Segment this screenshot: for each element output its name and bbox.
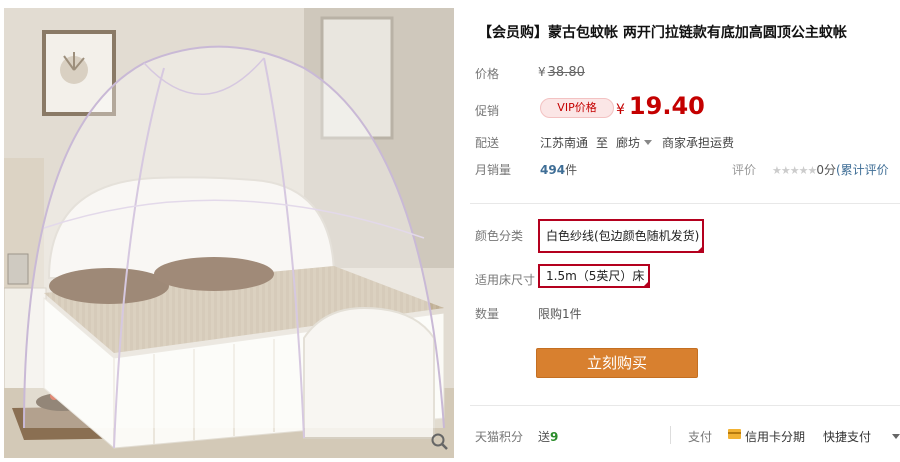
bed-size-option-selected[interactable]: 1.5m（5英尺）床 bbox=[538, 264, 650, 288]
mosquito-net-bed-illustration bbox=[4, 8, 454, 458]
original-price-value: 38.80 bbox=[547, 65, 585, 80]
points-label: 天猫积分 bbox=[475, 430, 524, 444]
purchase-limit: 限购1件 bbox=[538, 307, 582, 321]
chevron-down-icon[interactable] bbox=[644, 140, 653, 145]
vip-price-badge: VIP价格 bbox=[540, 98, 614, 118]
divider bbox=[470, 203, 900, 204]
points-value: 送9 bbox=[538, 428, 558, 445]
quick-pay-link[interactable]: 快捷支付 bbox=[823, 428, 871, 445]
credit-card-installment-link[interactable]: 信用卡分期 bbox=[745, 428, 805, 445]
chevron-down-icon[interactable] bbox=[892, 434, 900, 439]
product-image[interactable] bbox=[4, 8, 454, 458]
divider bbox=[470, 405, 900, 406]
cumulative-reviews-link[interactable]: (累计评价 bbox=[836, 163, 889, 177]
promo-currency-symbol: ¥ bbox=[616, 102, 625, 118]
product-title: 【会员购】蒙古包蚊帐 两开门拉链款有底加高圆顶公主蚊帐 bbox=[478, 25, 847, 41]
sales-count: 494 bbox=[540, 163, 566, 177]
currency-symbol: ¥ bbox=[538, 65, 546, 79]
quantity-label: 数量 bbox=[475, 307, 500, 321]
monthly-sales-label: 月销量 bbox=[475, 163, 512, 177]
points-prefix: 送 bbox=[538, 430, 551, 444]
ship-to-word: 至 bbox=[596, 136, 609, 150]
ship-to-selector[interactable]: 廊坊 bbox=[616, 136, 640, 150]
shipping-label: 配送 bbox=[475, 136, 500, 150]
ship-from: 江苏南通 bbox=[540, 136, 589, 150]
shipping-info: 江苏南通至廊坊 商家承担运费 bbox=[540, 134, 734, 151]
monthly-sales-value: 494件 bbox=[540, 161, 577, 178]
color-option-selected[interactable]: 白色纱线(包边颜色随机发货) bbox=[538, 219, 704, 253]
original-price: ¥38.80 bbox=[538, 65, 585, 80]
buy-now-button[interactable]: 立刻购买 bbox=[536, 348, 698, 378]
points-number: 9 bbox=[550, 430, 559, 444]
magnifier-icon[interactable] bbox=[430, 432, 450, 452]
product-detail-panel: 【会员购】蒙古包蚊帐 两开门拉链款有底加高圆顶公主蚊帐 价格 ¥38.80 促销… bbox=[470, 0, 900, 462]
payment-label: 支付 bbox=[688, 430, 713, 444]
rating: 评价 ★★★★★0分(累计评价 bbox=[732, 161, 889, 178]
color-option-text: 白色纱线(包边颜色随机发货) bbox=[546, 229, 700, 243]
color-option-label: 颜色分类 bbox=[475, 229, 524, 243]
credit-card-icon bbox=[728, 429, 741, 439]
promo-label: 促销 bbox=[475, 104, 500, 118]
bed-size-text: 1.5m（5英尺）床 bbox=[546, 269, 645, 283]
promo-price-value: 19.40 bbox=[628, 92, 705, 120]
star-rating-icon: ★★★★★ bbox=[772, 164, 817, 177]
selected-check-icon bbox=[696, 245, 704, 253]
rating-score: 0分 bbox=[816, 163, 836, 177]
bed-size-label: 适用床尺寸 bbox=[475, 273, 536, 287]
divider bbox=[670, 426, 671, 444]
promo-price: ¥19.40 bbox=[616, 92, 705, 120]
sales-unit: 件 bbox=[565, 163, 578, 177]
price-label: 价格 bbox=[475, 67, 500, 81]
selected-check-icon bbox=[642, 280, 650, 288]
shipping-note: 商家承担运费 bbox=[662, 136, 735, 150]
rating-label: 评价 bbox=[732, 163, 757, 177]
